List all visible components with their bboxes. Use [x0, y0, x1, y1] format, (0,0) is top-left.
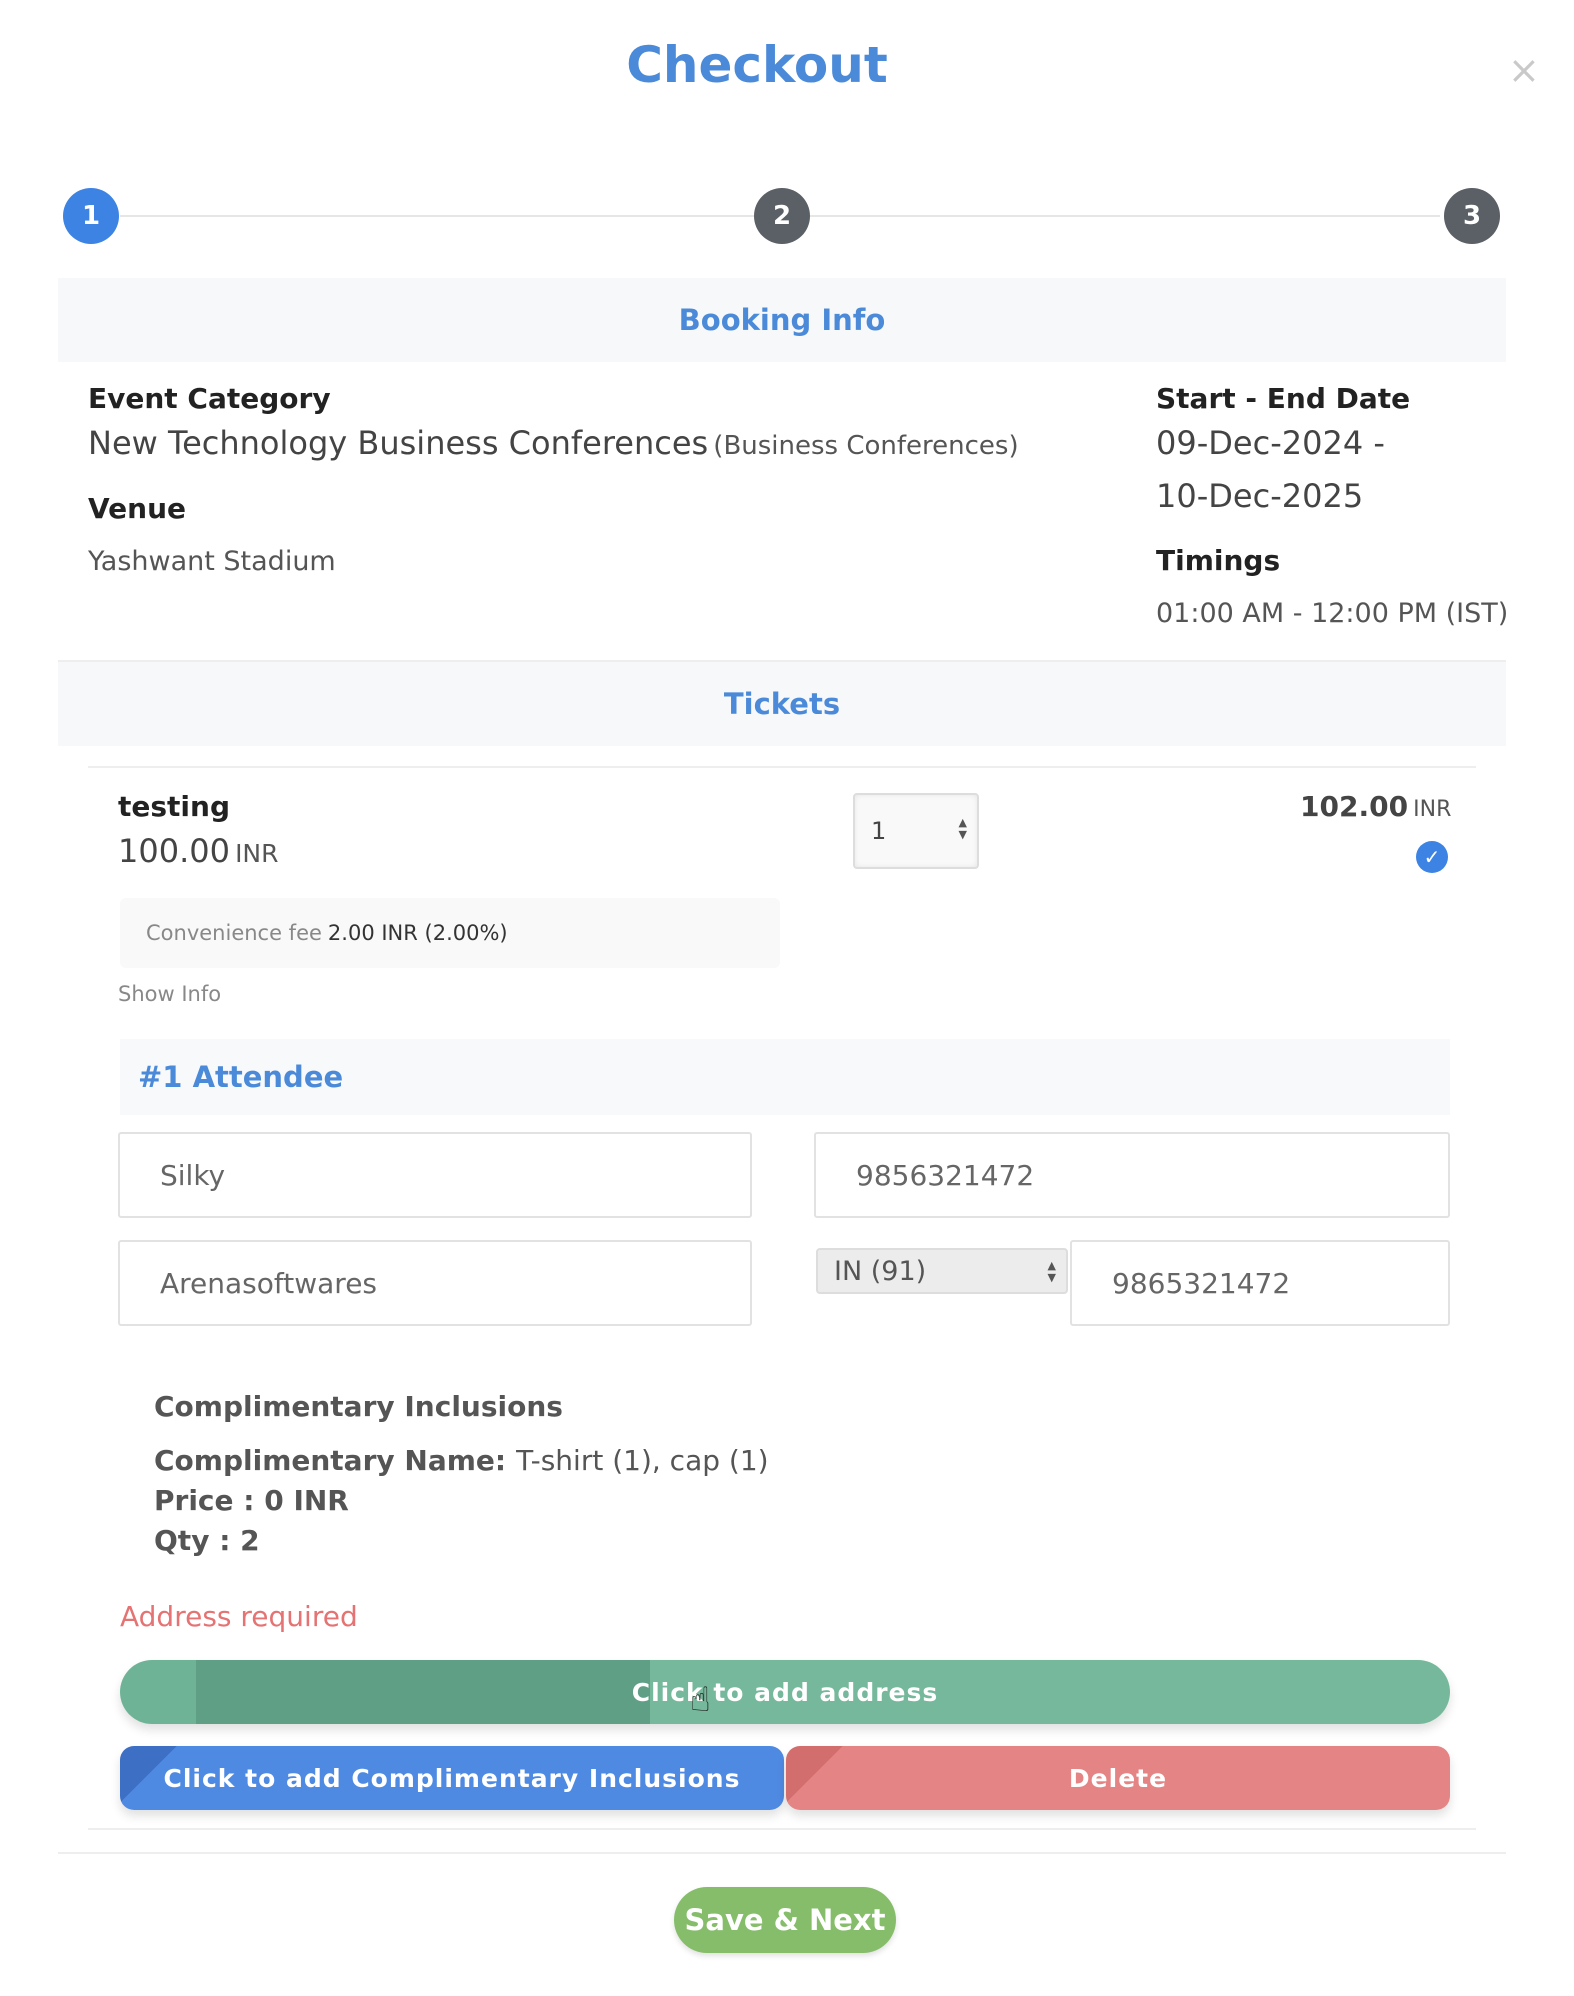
tickets-header: Tickets [58, 662, 1506, 746]
step-3[interactable]: 3 [1444, 188, 1500, 244]
event-category-label: Event Category [88, 382, 331, 415]
attendee-phone-input[interactable]: 9856321472 [814, 1132, 1450, 1218]
step-2[interactable]: 2 [754, 188, 810, 244]
attendee-name-input[interactable]: Silky [118, 1132, 752, 1218]
attendee-header: #1 Attendee [120, 1039, 1450, 1115]
check-icon: ✓ [1416, 841, 1448, 873]
event-category: New Technology Business Conferences (Bus… [88, 424, 1019, 462]
divider [88, 766, 1476, 768]
ticket-price-value: 100.00 [118, 832, 230, 870]
add-complimentary-button[interactable]: Click to add Complimentary Inclusions [120, 1746, 784, 1810]
quantity-select[interactable]: 1 ▲ ▼ [853, 793, 979, 869]
complimentary-name-label: Complimentary Name: [154, 1444, 507, 1477]
save-next-button[interactable]: Save & Next [674, 1887, 896, 1953]
spinner-arrows-icon: ▲ ▼ [1047, 1259, 1056, 1284]
address-required-error: Address required [120, 1600, 358, 1633]
event-category-sub: (Business Conferences) [713, 431, 1019, 461]
country-code-value: IN (91) [834, 1255, 927, 1287]
timings-label: Timings [1156, 544, 1281, 577]
ticket-name: testing [118, 790, 230, 823]
country-code-select[interactable]: IN (91) ▲ ▼ [816, 1248, 1068, 1294]
ticket-total-currency: INR [1413, 797, 1452, 822]
complimentary-price: Price : 0 INR [154, 1484, 349, 1517]
modal-title: Checkout [626, 36, 888, 94]
complimentary-name: Complimentary Name: T-shirt (1), cap (1) [154, 1444, 769, 1477]
ticket-total: 102.00 INR [1300, 790, 1452, 823]
complimentary-name-value: T-shirt (1), cap (1) [516, 1444, 769, 1477]
fee-value: 2.00 INR (2.00%) [327, 921, 508, 945]
ticket-price: 100.00 INR [118, 832, 279, 870]
event-category-value: New Technology Business Conferences [88, 424, 709, 462]
venue-label: Venue [88, 492, 186, 525]
complimentary-qty: Qty : 2 [154, 1524, 260, 1557]
date-label: Start - End Date [1156, 382, 1411, 415]
step-1[interactable]: 1 [63, 188, 119, 244]
venue-value: Yashwant Stadium [88, 546, 336, 577]
divider [58, 1852, 1506, 1854]
convenience-fee-box: Convenience fee 2.00 INR (2.00%) [120, 898, 780, 968]
delete-button[interactable]: Delete [786, 1746, 1450, 1810]
spinner-arrows-icon: ▲ ▼ [958, 816, 967, 841]
ticket-total-value: 102.00 [1300, 790, 1409, 823]
quantity-value: 1 [871, 817, 887, 845]
ticket-price-currency: INR [235, 839, 279, 868]
date-end: 10-Dec-2025 [1156, 477, 1364, 515]
complimentary-title: Complimentary Inclusions [154, 1390, 563, 1423]
close-icon[interactable]: × [1508, 50, 1540, 90]
date-start: 09-Dec-2024 - [1156, 424, 1385, 462]
show-info-link[interactable]: Show Info [118, 982, 221, 1006]
hand-cursor-icon: ☝ [690, 1680, 711, 1720]
timings-value: 01:00 AM - 12:00 PM (IST) [1156, 598, 1509, 629]
booking-info-header: Booking Info [58, 278, 1506, 362]
divider [88, 1828, 1476, 1830]
attendee-company-input[interactable]: Arenasoftwares [118, 1240, 752, 1326]
attendee-mobile-input[interactable]: 9865321472 [1070, 1240, 1450, 1326]
fee-label: Convenience fee [146, 921, 322, 945]
add-address-button[interactable]: Click to add address [120, 1660, 1450, 1724]
